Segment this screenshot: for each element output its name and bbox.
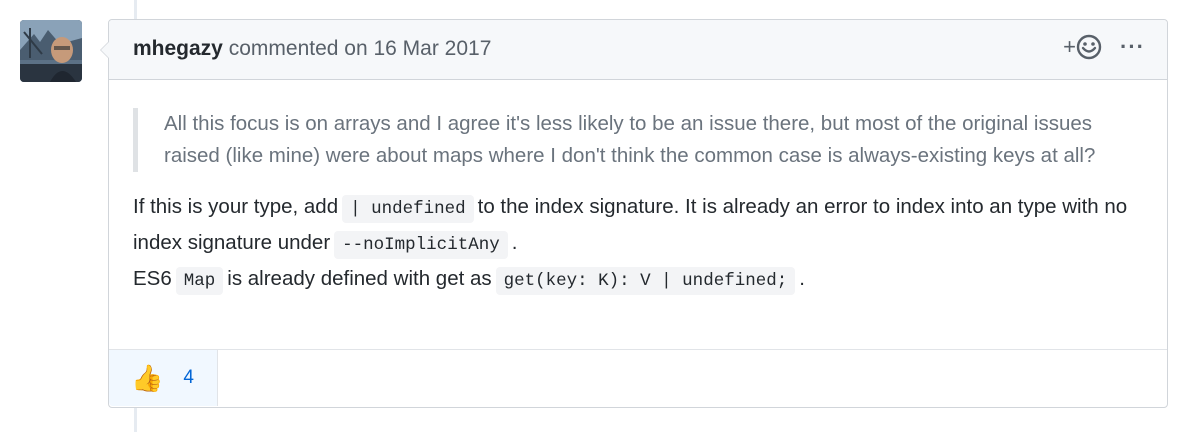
avatar-image (20, 20, 82, 82)
more-options-icon[interactable]: ··· (1120, 36, 1145, 58)
header-actions: + ··· (1063, 34, 1145, 60)
comment-body: All this focus is on arrays and I agree … (109, 80, 1167, 298)
comment-box: mhegazy commented on 16 Mar 2017 + ··· A… (100, 19, 1168, 408)
body-text: . (511, 231, 518, 254)
comment-meta: mhegazy commented on 16 Mar 2017 (133, 37, 491, 61)
avatar[interactable] (20, 20, 82, 82)
plus-icon: + (1063, 34, 1077, 59)
code-get-signature: get(key: K): V | undefined; (495, 267, 796, 295)
body-text: . (799, 267, 805, 290)
code-noimplicitany: --noImplicitAny (334, 231, 508, 259)
add-reaction-button[interactable]: + (1063, 34, 1102, 60)
quoted-text: All this focus is on arrays and I agree … (133, 108, 1113, 172)
comment-timestamp-text[interactable]: commented on 16 Mar 2017 (229, 37, 492, 60)
comment-author-link[interactable]: mhegazy (133, 37, 223, 60)
thumbs-up-icon: 👍 (131, 363, 164, 393)
thumbs-up-reaction-button[interactable]: 👍 4 (109, 350, 218, 406)
body-text: is already defined with get as (227, 267, 492, 290)
comment-header: mhegazy commented on 16 Mar 2017 + ··· (109, 20, 1167, 80)
code-undefined: | undefined (342, 195, 474, 223)
reaction-bar: 👍 4 (109, 349, 1167, 407)
reaction-count: 4 (183, 367, 194, 388)
comment-text: If this is your type, add | undefined to t… (133, 190, 1143, 298)
code-map: Map (175, 267, 224, 295)
smiley-icon (1076, 34, 1102, 60)
body-text: If this is your type, add (133, 195, 339, 218)
body-text: ES6 (133, 267, 172, 290)
